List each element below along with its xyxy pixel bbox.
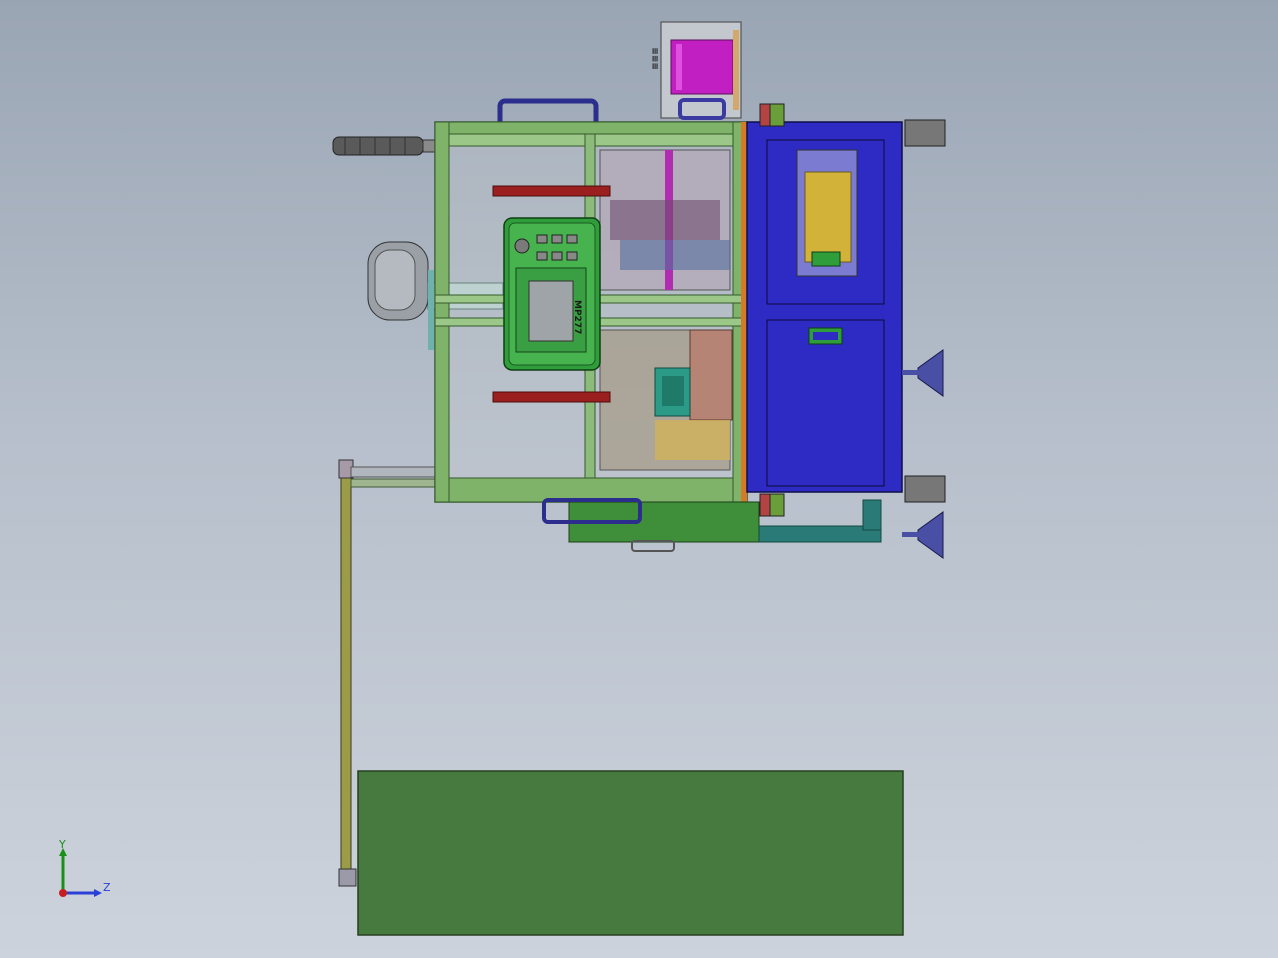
hmi-label: MP277 [572, 300, 582, 334]
y-axis-label: Y [59, 838, 66, 851]
z-axis-label: Z [103, 881, 111, 894]
model-drawing[interactable]: ≡≡≡ MP277 [0, 0, 1278, 958]
hmi-panel[interactable]: MP277 [503, 217, 601, 371]
mount-bar-top [492, 185, 611, 197]
svg-text:≡≡≡: ≡≡≡ [651, 47, 661, 70]
electrical-cabinet[interactable] [746, 121, 903, 493]
spool-housing[interactable]: ≡≡≡ [651, 21, 742, 120]
left-grip [332, 136, 436, 156]
orientation-triad: Y Z [50, 838, 120, 908]
cad-viewport[interactable]: ≡≡≡ MP277 Y Z [0, 0, 1278, 958]
leveling-feet [902, 349, 944, 559]
mount-bar-bottom [492, 391, 611, 403]
bottom-assembly [542, 498, 882, 552]
base-plate[interactable] [357, 770, 904, 936]
